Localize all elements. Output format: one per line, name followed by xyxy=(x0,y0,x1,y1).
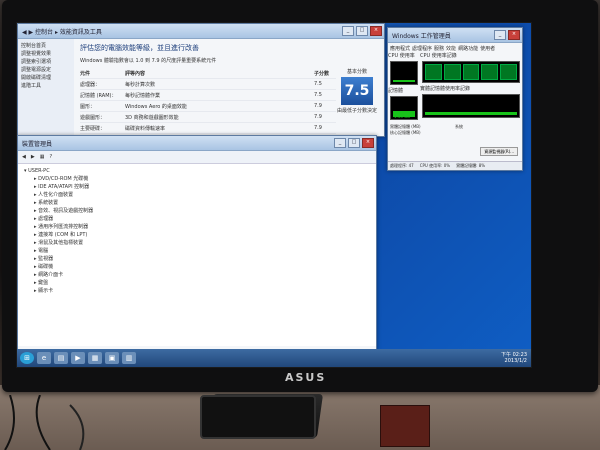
minimize-button[interactable]: _ xyxy=(494,30,506,40)
cp-sidebar-item[interactable]: 控制台首頁 xyxy=(21,42,71,50)
performance-window[interactable]: ◀ ▶ 控制台 ▸ 效能資訊及工具 _ □ × 控制台首頁 調整視覺效果 調整索引選… xyxy=(17,23,385,137)
memory-label: 記憶體 xyxy=(388,88,404,94)
tree-item[interactable]: ▸ 監視器 xyxy=(34,255,370,263)
desktop-screen: ◀ ▶ 控制台 ▸ 效能資訊及工具 _ □ × 控制台首頁 調整視覺效果 調整索引選… xyxy=(16,22,532,368)
toolbar: ◀ ▶ ▦? xyxy=(18,151,376,164)
phone xyxy=(200,395,316,439)
tree-item[interactable]: ▸ 電腦 xyxy=(34,247,370,255)
maximize-button[interactable]: □ xyxy=(348,138,360,148)
table-row: 圖形： Windows Aero 的桌面效能 7.9 xyxy=(80,101,336,112)
mem-history-graph xyxy=(422,94,520,118)
tree-item[interactable]: ▸ 顯示卡 xyxy=(34,287,370,295)
clock[interactable]: 下午 02:23 2013/1/2 xyxy=(501,352,531,364)
task-manager-titlebar[interactable]: Windows 工作管理員 _ × xyxy=(388,28,522,43)
memory-meter: 1.33 GB xyxy=(390,96,418,120)
forward-icon[interactable]: ▶ xyxy=(31,154,35,160)
base-score-panel: 基本分數 7.5 由最低子分數決定 xyxy=(336,68,378,134)
status-bar: 處理程序: 47 CPU 使用率: 0% 實體記憶體: 8% xyxy=(388,161,522,170)
cpu-usage-meter xyxy=(390,61,418,85)
maximize-button[interactable]: □ xyxy=(356,26,368,36)
resource-monitor-button[interactable]: 資源監視器(R)... xyxy=(480,147,518,156)
tree-item[interactable]: ▸ 系統裝置 xyxy=(34,199,370,207)
cp-sidebar-item[interactable]: 調整索引選項 xyxy=(21,58,71,66)
explorer-icon[interactable]: ▤ xyxy=(54,352,68,364)
tree-root[interactable]: ▾ USER-PC xyxy=(24,167,370,175)
package xyxy=(380,405,430,447)
cpu-usage-label: CPU 使用率 xyxy=(388,53,415,59)
col-basescore: 基本分數 xyxy=(346,69,367,75)
tree-item[interactable]: ▸ IDE ATA/ATAPI 控制器 xyxy=(34,183,370,191)
device-manager-window[interactable]: 裝置管理員 _ □ × ◀ ▶ ▦? ▾ USER-PC ▸ DVD/CD-ROM 光碟… xyxy=(17,135,377,351)
cpu-history-graph xyxy=(422,61,520,83)
base-score-badge: 7.5 xyxy=(341,77,373,105)
cpu-history-label: CPU 使用率記錄 xyxy=(420,53,457,59)
help-icon[interactable]: ? xyxy=(49,154,52,160)
ie-icon[interactable]: e xyxy=(37,352,51,364)
cp-sidebar-item[interactable]: 開啟磁碟清理 xyxy=(21,74,71,82)
performance-titlebar[interactable]: ◀ ▶ 控制台 ▸ 效能資訊及工具 _ □ × xyxy=(18,24,384,39)
minimize-button[interactable]: _ xyxy=(334,138,346,148)
table-row: 主要硬碟： 磁碟資料傳輸速率 7.9 xyxy=(80,123,336,134)
monitor-brand-logo: ASUS xyxy=(285,371,327,384)
taskbar: ⊞ e ▤ ▶ ▦ ▣ ▥ 下午 02:23 2013/1/2 xyxy=(17,349,531,367)
tab-applications[interactable]: 應用程式 xyxy=(390,45,410,52)
base-score-label: 由最低子分數決定 xyxy=(336,108,377,114)
col-subscore: 子分數 xyxy=(314,70,330,77)
tree-item[interactable]: ▸ DVD/CD-ROM 光碟機 xyxy=(34,175,370,183)
device-manager-titlebar[interactable]: 裝置管理員 _ □ × xyxy=(18,136,376,151)
close-button[interactable]: × xyxy=(362,138,374,148)
cp-sidebar-item[interactable]: 調整視覺效果 xyxy=(21,50,71,58)
table-header: 元件 評等內容 子分數 xyxy=(80,68,336,79)
address-bar[interactable]: ◀ ▶ 控制台 ▸ 效能資訊及工具 xyxy=(22,27,102,36)
tree-item[interactable]: ▸ 音效、視訊及遊戲控制器 xyxy=(34,207,370,215)
status-cpu: CPU 使用率: 0% xyxy=(419,163,451,168)
cables xyxy=(4,395,85,450)
cp-sidebar-item[interactable]: 進階工具 xyxy=(21,82,71,90)
tab-networking[interactable]: 網路功能 xyxy=(458,45,478,52)
properties-icon[interactable]: ▦ xyxy=(40,154,45,160)
status-processes: 處理程序: 47 xyxy=(390,163,414,168)
col-component: 元件 xyxy=(80,70,91,77)
col-rated: 評等內容 xyxy=(125,70,146,77)
task-manager-window[interactable]: Windows 工作管理員 _ × 應用程式 處理程序 服務 效能 網路功能 使用… xyxy=(387,27,523,171)
device-manager-icon[interactable]: ▣ xyxy=(105,352,119,364)
cp-sidebar: 控制台首頁 調整視覺效果 調整索引選項 調整電源設定 開啟磁碟清理 進階工具 xyxy=(18,39,74,136)
tab-users[interactable]: 使用者 xyxy=(480,45,495,52)
start-button[interactable]: ⊞ xyxy=(20,352,34,364)
tree-item[interactable]: ▸ 網路介面卡 xyxy=(34,271,370,279)
tab-services[interactable]: 服務 xyxy=(434,45,444,52)
mem-history-label: 實體記憶體使用率記錄 xyxy=(420,86,471,92)
status-memory: 實體記憶體: 8% xyxy=(456,163,486,168)
monitor: ◀ ▶ 控制台 ▸ 效能資訊及工具 _ □ × 控制台首頁 調整視覺效果 調整索引選… xyxy=(2,0,598,392)
back-icon[interactable]: ◀ xyxy=(22,154,26,160)
media-icon[interactable]: ▶ xyxy=(71,352,85,364)
task-manager-icon[interactable]: ▥ xyxy=(122,352,136,364)
mem-details: 實體記憶體 (MB) 核心記憶體 (MB) 系統 xyxy=(390,124,463,135)
tree-item[interactable]: ▸ 滑鼠及其他指標裝置 xyxy=(34,239,370,247)
tree-item[interactable]: ▸ 連接埠 (COM 和 LPT) xyxy=(34,231,370,239)
tree-item[interactable]: ▸ 磁碟機 xyxy=(34,263,370,271)
table-row: 遊戲圖形： 3D 商務和遊戲圖形效能 7.9 xyxy=(80,112,336,123)
cp-sidebar-item[interactable]: 調整電源設定 xyxy=(21,66,71,74)
tree-item[interactable]: ▸ 處理器 xyxy=(34,215,370,223)
tree-item[interactable]: ▸ 人性化介面裝置 xyxy=(34,191,370,199)
tab-strip: 應用程式 處理程序 服務 效能 網路功能 使用者 xyxy=(388,43,522,52)
device-tree: ▾ USER-PC ▸ DVD/CD-ROM 光碟機 ▸ IDE ATA/ATA… xyxy=(18,164,376,346)
table-row: 記憶體 (RAM)： 每秒記憶體作業 7.5 xyxy=(80,90,336,101)
memory-value: 1.33 GB xyxy=(394,114,411,119)
tab-processes[interactable]: 處理程序 xyxy=(412,45,432,52)
table-row: 處理器： 每秒計算次數 7.5 xyxy=(80,79,336,90)
control-panel-icon[interactable]: ▦ xyxy=(88,352,102,364)
tree-item[interactable]: ▸ 鍵盤 xyxy=(34,279,370,287)
tree-item[interactable]: ▸ 通用序列匯流排控制器 xyxy=(34,223,370,231)
page-description: Windows 體驗指數會以 1.0 到 7.9 的尺度評量重要系統元件 xyxy=(80,58,217,64)
minimize-button[interactable]: _ xyxy=(342,26,354,36)
page-title: 評估您的電腦效能等級，並且進行改善 xyxy=(80,44,199,52)
close-button[interactable]: × xyxy=(370,26,382,36)
close-button[interactable]: × xyxy=(508,30,520,40)
tab-performance[interactable]: 效能 xyxy=(446,45,457,52)
